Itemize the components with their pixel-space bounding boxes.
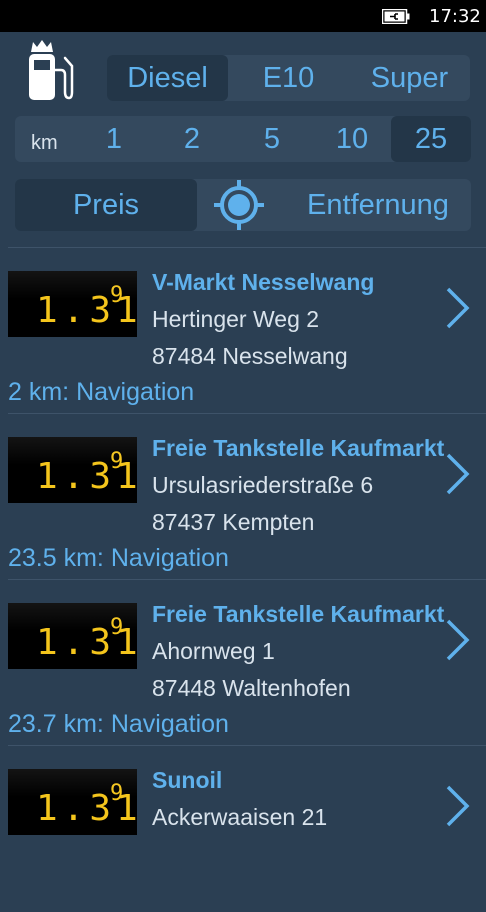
price-display: 1.31 9 [8, 437, 137, 503]
station-item[interactable]: 1.31 9 Freie Tankstelle Kaufmarkt Ursula… [0, 415, 486, 580]
price-main: 1.31 [36, 788, 137, 829]
fuel-option-diesel[interactable]: Diesel [107, 55, 228, 101]
sort-by-price-button[interactable]: Preis [15, 179, 197, 231]
navigation-link[interactable]: 23.5 km: Navigation [8, 544, 229, 573]
fuel-pump-icon [29, 40, 74, 100]
divider [8, 247, 486, 248]
station-city: 87448 Waltenhofen [152, 675, 351, 701]
station-item[interactable]: 1.31 9 Freie Tankstelle Kaufmarkt Ahornw… [0, 581, 486, 746]
divider [8, 413, 486, 414]
status-time: 17:32 [429, 6, 481, 27]
fuel-option-super[interactable]: Super [349, 55, 470, 101]
status-bar: 17:32 [0, 0, 486, 32]
station-name: Freie Tankstelle Kaufmarkt [152, 435, 445, 461]
price-decimal: 9 [110, 283, 124, 308]
price-main: 1.31 [36, 290, 137, 331]
station-item[interactable]: 1.31 9 Sunoil Ackerwaaisen 21 [0, 747, 486, 912]
radius-selector: km 1 2 5 10 25 [15, 116, 471, 162]
station-name: V-Markt Nesselwang [152, 269, 375, 295]
station-city: 87484 Nesselwang [152, 343, 348, 369]
radius-option-25[interactable]: 25 [391, 116, 471, 162]
battery-charging-icon [382, 9, 410, 24]
navigation-link[interactable]: 2 km: Navigation [8, 378, 194, 407]
fuel-option-e10[interactable]: E10 [228, 55, 349, 101]
station-street: Ackerwaaisen 21 [152, 804, 328, 830]
station-street: Ursulasriederstraße 6 [152, 472, 374, 498]
station-street: Ahornweg 1 [152, 638, 275, 664]
radius-option-5[interactable]: 5 [233, 116, 311, 162]
radius-option-1[interactable]: 1 [75, 116, 153, 162]
station-name: Freie Tankstelle Kaufmarkt [152, 601, 445, 627]
sort-by-distance-button[interactable]: Entfernung [285, 179, 471, 231]
navigation-link[interactable]: 23.7 km: Navigation [8, 710, 229, 739]
station-city: 87437 Kempten [152, 509, 315, 535]
divider [8, 745, 486, 746]
radius-option-2[interactable]: 2 [153, 116, 231, 162]
price-display: 1.31 9 [8, 271, 137, 337]
location-target-icon[interactable] [212, 178, 266, 232]
price-decimal: 9 [110, 449, 124, 474]
radius-unit-label: km [31, 131, 58, 154]
price-main: 1.31 [36, 456, 137, 497]
chevron-right-icon[interactable] [444, 784, 472, 828]
price-main: 1.31 [36, 622, 137, 663]
station-item[interactable]: 1.31 9 V-Markt Nesselwang Hertinger Weg … [0, 249, 486, 414]
price-display: 1.31 9 [8, 769, 137, 835]
station-name: Sunoil [152, 767, 223, 793]
chevron-right-icon[interactable] [444, 452, 472, 496]
station-street: Hertinger Weg 2 [152, 306, 320, 332]
fuel-type-selector: Diesel E10 Super [107, 55, 470, 101]
radius-option-10[interactable]: 10 [313, 116, 391, 162]
price-display: 1.31 9 [8, 603, 137, 669]
divider [8, 579, 486, 580]
price-decimal: 9 [110, 781, 124, 806]
chevron-right-icon[interactable] [444, 286, 472, 330]
price-decimal: 9 [110, 615, 124, 640]
chevron-right-icon[interactable] [444, 618, 472, 662]
